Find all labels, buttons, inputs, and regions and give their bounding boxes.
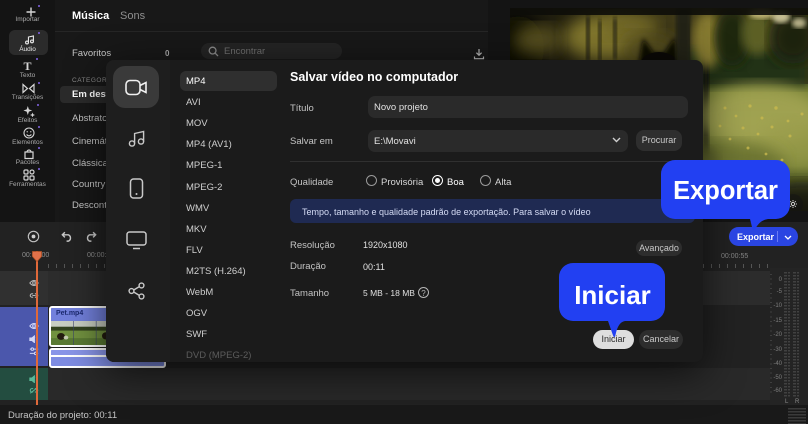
svg-text:Exportar: Exportar bbox=[673, 177, 778, 205]
svg-text:Iniciar: Iniciar bbox=[574, 280, 651, 310]
